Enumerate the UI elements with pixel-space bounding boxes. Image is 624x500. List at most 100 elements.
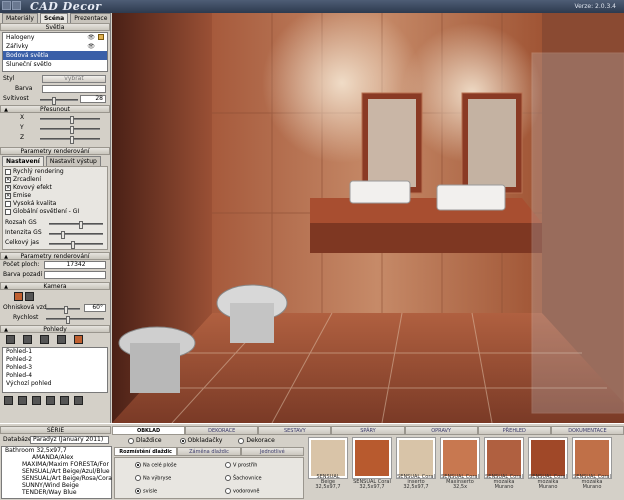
collapse-icon[interactable]: ▲ [3,326,9,333]
view-save-icon[interactable] [74,335,83,344]
focal-value[interactable]: 60° [84,304,106,312]
3d-viewport[interactable] [112,13,624,423]
option-mirror[interactable]: ✕ Zrcadlení [5,176,105,184]
open-icon[interactable] [12,1,21,10]
tab-jednotlive[interactable]: Jednotlivé [240,447,304,456]
collapse-icon[interactable]: ▲ [3,253,9,260]
radio-dekorace[interactable]: Dekorace [238,437,275,444]
slider-thumb[interactable] [66,316,70,324]
bottom-tools [0,394,110,407]
focal-slider[interactable] [46,306,80,314]
move-y-slider[interactable] [40,126,100,134]
opt-horizontal[interactable]: vodorovně [225,488,259,495]
tile-swatch[interactable]: SENSUAL Coral mozaika Murano [484,437,524,490]
bottom-panel: SÉRIE Databáze Paradyz (January 2011) Bat… [0,423,624,500]
tile-swatch[interactable]: SENSUAL Beige 32,5x97,7 [308,437,348,490]
tool-icon[interactable] [18,396,27,405]
rozsah-slider[interactable] [49,221,103,229]
bg-color-field[interactable] [44,271,106,279]
tab-dekorace[interactable]: DEKORACE [185,426,259,435]
jas-slider[interactable] [49,241,103,249]
tool-icon[interactable] [32,396,41,405]
tool-icon[interactable] [60,396,69,405]
view-front-icon[interactable] [6,335,15,344]
tile-swatch[interactable]: SENSUAL Coral Maxinserto 32,5x [440,437,480,490]
slider-thumb[interactable] [52,97,56,105]
light-item-slunecni[interactable]: Sluneční světlo [3,60,107,69]
checkbox[interactable]: ✕ [5,184,11,191]
light-item-halogeny[interactable]: Halogeny 👁 [3,33,107,42]
radio-dlazdice[interactable]: Dlaždice [128,437,162,444]
camera-move-icon[interactable] [14,292,23,301]
tile-swatch[interactable]: SENSUAL Coral 32,5x97,7 [352,437,392,490]
lock-icon[interactable] [98,34,104,40]
opt-whole[interactable]: Na celé ploše [135,462,177,469]
layout-options: Na celé ploše Na výbryse svisle V prostř… [114,457,304,499]
new-icon[interactable] [2,1,11,10]
tile-swatch[interactable]: SENSUAL Coral inserto 32,5x97,7 [396,437,436,490]
eye-icon[interactable]: 👁 [87,42,95,51]
database-select[interactable]: Paradyz (January 2011) [30,436,109,444]
move-x-slider[interactable] [40,116,100,124]
checkbox[interactable]: ✕ [5,176,11,183]
option-metal[interactable]: ✕ Kovový efekt [5,184,105,192]
opt-crossed[interactable]: V prostřih [225,462,257,469]
tool-icon[interactable] [74,396,83,405]
view-perspective-icon[interactable] [57,335,66,344]
view-item[interactable]: Pohled-1 [3,348,107,356]
light-item-zarivky[interactable]: Zářivky 👁 [3,42,107,51]
opt-cut[interactable]: Na výbryse [135,475,171,482]
series-item[interactable]: MAXIMA/Maxim FORESTA/For [2,461,111,468]
view-top-icon[interactable] [40,335,49,344]
tile-swatch[interactable]: SENSUAL Coral mozaika Murano [528,437,568,490]
render2-header: ▲ Parametry renderování [0,252,110,260]
slider-thumb[interactable] [70,136,74,144]
series-item[interactable]: SENSUAL/Art Beige/Rosa/Cora [2,475,112,482]
tab-scene[interactable]: Scéna [39,13,69,23]
option-gi[interactable]: Globální osvětlení - GI [5,208,105,216]
opt-chess[interactable]: Šachovnice [225,475,262,482]
svitivost-value[interactable]: 28 [80,95,106,103]
series-item[interactable]: SENSUAL/Art Beige/Azul/Blue [2,468,111,475]
view-item[interactable]: Pohled-4 [3,372,107,380]
styl-select-button[interactable]: vybrat [42,75,106,83]
checkbox[interactable] [5,168,11,175]
tile-swatch[interactable]: SENSUAL Coral mozaika Murano [572,437,612,490]
tab-render-output[interactable]: Nastavit výstup [45,156,101,166]
intenzita-slider[interactable] [49,231,103,239]
opt-vertical[interactable]: svisle [135,488,157,495]
tab-render-settings[interactable]: Nastavení [2,156,44,166]
checkbox[interactable]: ✕ [5,192,11,199]
tab-materials[interactable]: Materiály [2,13,38,23]
series-item[interactable]: SUNNY/Wind Beige [2,482,111,489]
svitivost-slider[interactable] [40,97,78,105]
series-item[interactable]: TENDER/Way Blue [2,489,111,496]
barva-field[interactable] [42,85,106,93]
light-item-bodova[interactable]: Bodová světla [3,51,107,60]
series-item[interactable]: AMANDA/Alex [2,454,111,461]
tab-presentation[interactable]: Prezentace [70,13,112,23]
view-item[interactable]: Pohled-3 [3,364,107,372]
checkbox[interactable] [5,208,11,215]
option-fast[interactable]: Rychlý rendering [5,168,105,176]
tool-icon[interactable] [46,396,55,405]
speed-slider[interactable] [46,316,104,324]
option-emission[interactable]: ✕ Emise [5,192,105,200]
collapse-icon[interactable]: ▲ [3,106,9,113]
series-item[interactable]: Bathroom 32,5x97,7 [2,447,111,454]
tool-icon[interactable] [4,396,13,405]
camera-rotate-icon[interactable] [25,292,34,301]
eye-icon[interactable]: 👁 [87,33,95,42]
view-item[interactable]: Pohled-2 [3,356,107,364]
option-quality[interactable]: Vysoká kvalita [5,200,105,208]
view-side-icon[interactable] [23,335,32,344]
slider-thumb[interactable] [71,241,75,249]
checkbox[interactable] [5,200,11,207]
view-item[interactable]: Výchozí pohled [3,380,107,388]
tab-zamena[interactable]: Záměna dlaždic [177,447,241,456]
tab-rozmisteni[interactable]: Rozmístění dlaždic [114,447,178,456]
radio-obkladacky[interactable]: Obkladačky [179,437,222,444]
tab-obklad[interactable]: OBKLAD [112,426,186,435]
collapse-icon[interactable]: ▲ [3,283,9,290]
move-z-slider[interactable] [40,136,100,144]
